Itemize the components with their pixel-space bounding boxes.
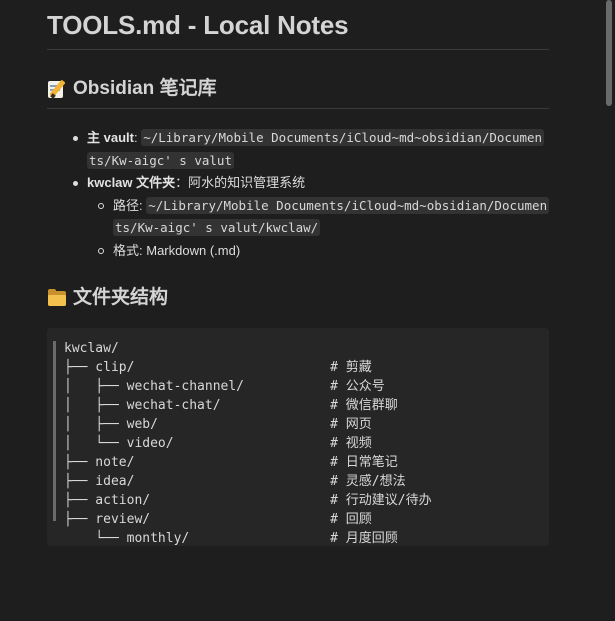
note-content: TOOLS.md - Local Notes Obsidian 笔记库 主 va…	[47, 0, 550, 546]
kwclaw-folder-sep: ：	[175, 175, 189, 190]
kwclaw-path[interactable]: ~/Library/Mobile Documents/iCloud~md~obs…	[113, 196, 550, 236]
format-label: 格式	[113, 242, 140, 258]
list-item-format: 格式: Markdown (.md)	[95, 240, 549, 263]
kwclaw-folder-label: kwclaw 文件夹	[87, 175, 176, 190]
main-vault-label: 主 vault	[87, 130, 134, 145]
kwclaw-sublist: 路径: ~/Library/Mobile Documents/iCloud~md…	[95, 195, 550, 263]
list-item-kwclaw-folder: kwclaw 文件夹：阿水的知识管理系统 路径: ~/Library/Mobil…	[73, 172, 550, 263]
heading-obsidian: Obsidian 笔记库	[47, 77, 549, 109]
list-item-main-vault: 主 vault: ~/Library/Mobile Documents/iClo…	[73, 127, 549, 172]
folder-tree-code[interactable]: kwclaw/ ├── clip/ # 剪藏 │ ├── wechat-chan…	[47, 339, 549, 548]
list-item-path: 路径: ~/Library/Mobile Documents/iCloud~md…	[95, 195, 550, 240]
codeblock-quote-bar	[53, 341, 56, 521]
kwclaw-folder-desc: 阿水的知识管理系统	[188, 175, 306, 190]
scrollbar-thumb[interactable]	[606, 0, 612, 106]
memo-icon	[47, 79, 67, 99]
path-label: 路径	[113, 197, 140, 213]
obsidian-list: 主 vault: ~/Library/Mobile Documents/iClo…	[73, 127, 550, 263]
main-vault-path[interactable]: ~/Library/Mobile Documents/iCloud~md~obs…	[87, 129, 545, 169]
note-page: TOOLS.md - Local Notes Obsidian 笔记库 主 va…	[0, 0, 615, 621]
format-value: Markdown (.md)	[146, 242, 241, 258]
folder-icon	[47, 288, 67, 308]
heading-folder-structure: 文件夹结构	[47, 286, 549, 310]
heading-obsidian-text: Obsidian 笔记库	[73, 78, 217, 99]
page-title: TOOLS.md - Local Notes	[47, 0, 549, 50]
heading-folder-text: 文件夹结构	[73, 287, 169, 308]
folder-tree-codeblock[interactable]: kwclaw/ ├── clip/ # 剪藏 │ ├── wechat-chan…	[47, 328, 549, 546]
